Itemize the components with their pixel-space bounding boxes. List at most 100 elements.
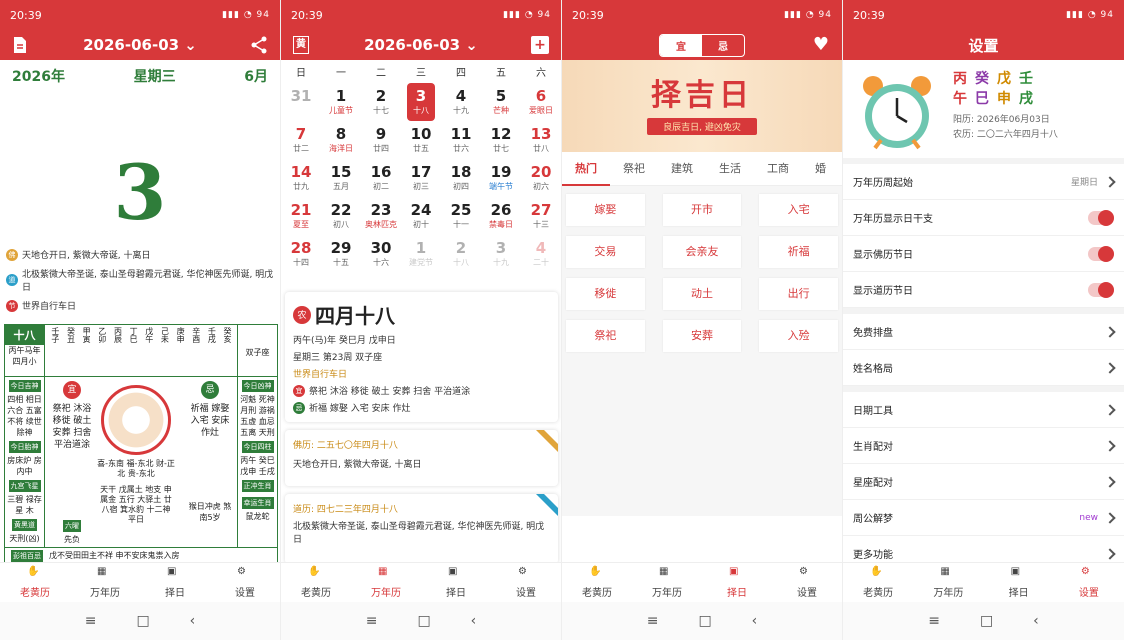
date-title[interactable]: 2026-06-03 [83,36,179,54]
calendar-day-cell[interactable]: 12 廿七 [481,121,521,159]
calendar-day-cell[interactable]: 8 海洋日 [321,121,361,159]
calendar-day-cell[interactable]: 16 初二 [361,159,401,197]
nav-settings[interactable]: ⚙ 设置 [215,566,275,599]
calendar-day-cell[interactable]: 3 十九 [481,235,521,273]
chevron-down-icon[interactable]: ⌄ [179,36,197,54]
add-calendar-icon[interactable]: + [531,36,549,54]
chevron-down-icon[interactable]: ⌄ [460,36,478,54]
taoist-card[interactable]: 道历: 四七二三年四月十八 北极紫微大帝圣诞, 泰山圣母碧霞元君诞, 华佗神医先… [285,494,558,564]
nav-settings[interactable]: ⚙ 设置 [777,566,837,599]
back-icon[interactable]: ‹ [752,613,758,629]
activity-button[interactable]: 交易 [566,236,645,268]
calendar-day-cell[interactable]: 27 十三 [521,197,561,235]
back-icon[interactable]: ‹ [471,613,477,629]
setting-dream[interactable]: 周公解梦 new [843,500,1124,536]
setting-name[interactable]: 姓名格局 [843,350,1124,386]
huang-icon[interactable]: 黄 [293,36,309,54]
document-icon[interactable] [12,36,28,54]
calendar-day-cell[interactable]: 15 五月 [321,159,361,197]
nav-zeri[interactable]: ▣ 择日 [707,566,767,599]
nav-wannianli[interactable]: ▦ 万年历 [918,566,978,599]
buddhist-card[interactable]: 佛历: 二五七〇年四月十八 天地仓开日, 紫微大帝诞, 十离日 [285,430,558,486]
calendar-day-cell[interactable]: 17 初三 [401,159,441,197]
nav-zeri[interactable]: ▣ 择日 [426,566,486,599]
back-icon[interactable]: ‹ [190,613,196,629]
calendar-day-cell[interactable]: 5 芒种 [481,83,521,121]
activity-button[interactable]: 移徙 [566,278,645,310]
nav-laohuangli[interactable]: ✋ 老黄历 [848,566,908,599]
buddhist-toggle[interactable] [1088,245,1114,262]
ganzhi-toggle[interactable] [1088,209,1114,226]
nav-laohuangli[interactable]: ✋ 老黄历 [567,566,627,599]
tab-gongshang[interactable]: 工商 [754,152,802,186]
calendar-day-cell[interactable]: 20 初六 [521,159,561,197]
calendar-day-cell[interactable]: 2 十八 [441,235,481,273]
calendar-day-cell[interactable]: 19 端午节 [481,159,521,197]
calendar-day-cell[interactable]: 25 十一 [441,197,481,235]
activity-button[interactable]: 安葬 [662,320,742,352]
activity-button[interactable]: 入宅 [759,194,838,226]
calendar-day-cell[interactable]: 26 禁毒日 [481,197,521,235]
setting-zodiac-match[interactable]: 生肖配对 [843,428,1124,464]
home-icon[interactable]: □ [698,613,711,629]
calendar-day-cell[interactable]: 1 建党节 [401,235,441,273]
tab-shenghuo[interactable]: 生活 [706,152,754,186]
calendar-day-cell[interactable]: 1 儿童节 [321,83,361,121]
tab-jisi[interactable]: 祭祀 [610,152,658,186]
nav-settings[interactable]: ⚙ 设置 [1059,566,1119,599]
setting-date-tools[interactable]: 日期工具 [843,392,1124,428]
calendar-day-cell[interactable]: 21 夏至 [281,197,321,235]
calendar-day-cell[interactable]: 10 廿五 [401,121,441,159]
nav-zeri[interactable]: ▣ 择日 [989,566,1049,599]
calendar-day-cell[interactable]: 6 爱眼日 [521,83,561,121]
activity-button[interactable]: 开市 [662,194,742,226]
activity-button[interactable]: 入殓 [759,320,838,352]
nav-zeri[interactable]: ▣ 择日 [145,566,205,599]
tab-hun[interactable]: 婚 [802,152,839,186]
calendar-day-cell[interactable]: 3 十八 [407,83,435,121]
tab-ji[interactable]: 忌 [702,35,744,56]
nav-laohuangli[interactable]: ✋ 老黄历 [5,566,65,599]
date-title[interactable]: 2026-06-03 [364,36,460,54]
calendar-day-cell[interactable]: 30 十六 [361,235,401,273]
activity-button[interactable]: 动土 [662,278,742,310]
nav-wannianli[interactable]: ▦ 万年历 [356,566,416,599]
calendar-day-cell[interactable]: 29 十五 [321,235,361,273]
menu-icon[interactable]: ≡ [366,613,378,629]
nav-laohuangli[interactable]: ✋ 老黄历 [286,566,346,599]
calendar-day-cell[interactable]: 31 [281,83,321,121]
menu-icon[interactable]: ≡ [85,613,97,629]
activity-button[interactable]: 会亲友 [662,236,742,268]
nav-settings[interactable]: ⚙ 设置 [496,566,556,599]
setting-star-match[interactable]: 星座配对 [843,464,1124,500]
activity-button[interactable]: 出行 [759,278,838,310]
home-icon[interactable]: □ [980,613,993,629]
calendar-day-cell[interactable]: 4 十九 [441,83,481,121]
tab-hot[interactable]: 热门 [562,152,610,186]
calendar-day-cell[interactable]: 22 初八 [321,197,361,235]
activity-button[interactable]: 祭祀 [566,320,645,352]
back-icon[interactable]: ‹ [1033,613,1039,629]
calendar-day-cell[interactable]: 4 二十 [521,235,561,273]
calendar-day-cell[interactable]: 9 廿四 [361,121,401,159]
calendar-day-cell[interactable]: 18 初四 [441,159,481,197]
taoist-toggle[interactable] [1088,281,1114,298]
tab-jianzhu[interactable]: 建筑 [658,152,706,186]
calendar-day-cell[interactable]: 28 十四 [281,235,321,273]
calendar-day-cell[interactable]: 2 十七 [361,83,401,121]
calendar-day-cell[interactable]: 11 廿六 [441,121,481,159]
home-icon[interactable]: □ [136,613,149,629]
activity-button[interactable]: 祈福 [759,236,838,268]
menu-icon[interactable]: ≡ [647,613,659,629]
calendar-day-cell[interactable]: 24 初十 [401,197,441,235]
setting-week-start[interactable]: 万年历周起始 星期日 [843,164,1124,200]
day-detail-card[interactable]: 农 四月十八 丙午(马)年 癸巳月 戊申日 星期三 第23周 双子座 世界自行车… [285,292,558,422]
setting-paipan[interactable]: 免费排盘 [843,314,1124,350]
share-icon[interactable] [250,36,268,54]
calendar-day-cell[interactable]: 13 廿八 [521,121,561,159]
home-icon[interactable]: □ [417,613,430,629]
calendar-day-cell[interactable]: 23 奥林匹克 [361,197,401,235]
heart-icon[interactable]: ♥ [812,36,830,54]
nav-wannianli[interactable]: ▦ 万年历 [75,566,135,599]
tab-yi[interactable]: 宜 [660,34,702,56]
